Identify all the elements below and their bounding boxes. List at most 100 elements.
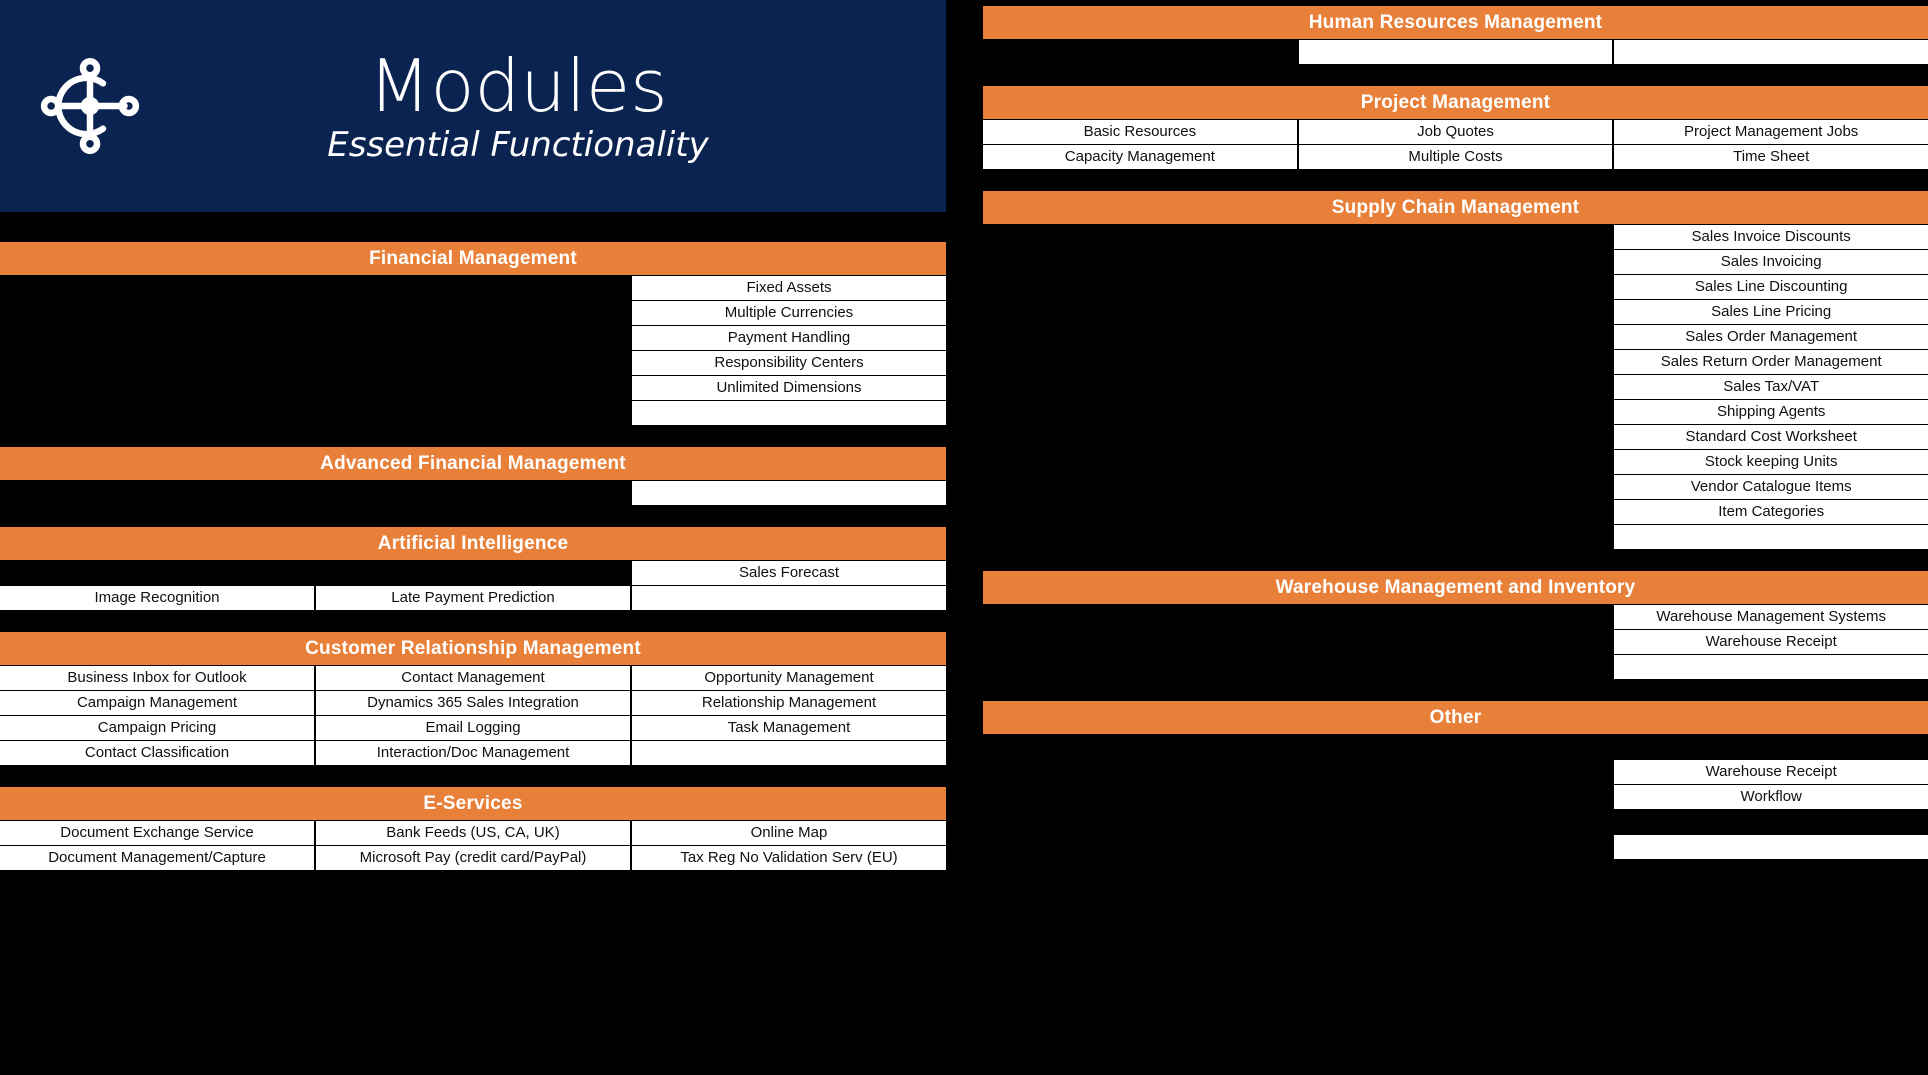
feature-cell-empty <box>1298 275 1613 299</box>
feature-cell-empty <box>1298 630 1613 654</box>
feature-cell-time-sheet[interactable]: Time Sheet <box>1614 145 1928 169</box>
feature-cell-sales-invoicing[interactable]: Sales Invoicing <box>1614 250 1928 274</box>
table-row: Sales Forecast <box>0 561 946 585</box>
feature-cell-campaign-management[interactable]: Campaign Management <box>0 691 314 715</box>
feature-cell-sales-invoice-discounts[interactable]: Sales Invoice Discounts <box>1614 225 1928 249</box>
section-human-resources-management: Human Resources Management <box>983 6 1928 64</box>
feature-cell-empty <box>0 301 314 325</box>
feature-cell-sales-line-pricing[interactable]: Sales Line Pricing <box>1614 300 1928 324</box>
feature-cell-document-management-capture[interactable]: Document Management/Capture <box>0 846 314 870</box>
left-sections: Financial Management Fixed Assets Multiple… <box>0 242 946 870</box>
feature-cell-empty <box>983 250 1297 274</box>
table-row: Item Categories <box>983 500 1928 524</box>
feature-cell-tax-reg-no-validation-serv-eu[interactable]: Tax Reg No Validation Serv (EU) <box>632 846 946 870</box>
feature-cell-sales-forecast[interactable]: Sales Forecast <box>632 561 946 585</box>
table-row <box>0 481 946 505</box>
feature-cell-campaign-pricing[interactable]: Campaign Pricing <box>0 716 314 740</box>
section-header-financial-management: Financial Management <box>0 242 946 275</box>
section-supply-chain-management: Supply Chain Management Sales Invoice Dis… <box>983 191 1928 549</box>
poster-canvas: Modules Essential Functionality Financia… <box>0 0 1928 1075</box>
feature-cell-sales-return-order-management[interactable]: Sales Return Order Management <box>1614 350 1928 374</box>
feature-cell-email-logging[interactable]: Email Logging <box>316 716 630 740</box>
feature-cell-empty <box>316 481 630 505</box>
feature-cell-shipping-agents[interactable]: Shipping Agents <box>1614 400 1928 424</box>
feature-cell-unlimited-dimensions[interactable]: Unlimited Dimensions <box>632 376 946 400</box>
feature-cell-empty <box>1614 810 1928 834</box>
feature-cell-contact-management[interactable]: Contact Management <box>316 666 630 690</box>
table-row <box>983 525 1928 549</box>
feature-cell-interaction-doc-management[interactable]: Interaction/Doc Management <box>316 741 630 765</box>
table-row <box>983 40 1928 64</box>
feature-grid: Fixed Assets Multiple Currencies Payment H… <box>0 276 946 425</box>
feature-cell-empty <box>983 500 1297 524</box>
section-customer-relationship-management: Customer Relationship Management Business… <box>0 632 946 765</box>
section-e-services: E-Services Document Exchange Service Bank … <box>0 787 946 870</box>
feature-cell-sales-line-discounting[interactable]: Sales Line Discounting <box>1614 275 1928 299</box>
table-row: Warehouse Receipt <box>983 630 1928 654</box>
feature-cell-item-categories[interactable]: Item Categories <box>1614 500 1928 524</box>
feature-cell-vendor-catalogue-items[interactable]: Vendor Catalogue Items <box>1614 475 1928 499</box>
feature-cell-empty <box>632 481 946 505</box>
feature-cell-empty <box>1298 225 1613 249</box>
feature-cell-document-exchange-service[interactable]: Document Exchange Service <box>0 821 314 845</box>
feature-cell-empty <box>0 561 314 585</box>
table-row <box>0 401 946 425</box>
feature-cell-capacity-management[interactable]: Capacity Management <box>983 145 1297 169</box>
feature-cell-dynamics-365-sales-integration[interactable]: Dynamics 365 Sales Integration <box>316 691 630 715</box>
feature-cell-warehouse-receipt[interactable]: Warehouse Receipt <box>1614 760 1928 784</box>
feature-grid: Sales Forecast Image Recognition Late Paym… <box>0 561 946 610</box>
feature-grid: Sales Invoice Discounts Sales Invoicing Sa… <box>983 225 1928 549</box>
table-row: Sales Invoicing <box>983 250 1928 274</box>
feature-cell-basic-resources[interactable]: Basic Resources <box>983 120 1297 144</box>
table-row: Contact Classification Interaction/Doc Ma… <box>0 741 946 765</box>
table-row: Standard Cost Worksheet <box>983 425 1928 449</box>
feature-cell-contact-classification[interactable]: Contact Classification <box>0 741 314 765</box>
feature-cell-fixed-assets[interactable]: Fixed Assets <box>632 276 946 300</box>
feature-cell-multiple-costs[interactable]: Multiple Costs <box>1298 145 1613 169</box>
feature-cell-late-payment-prediction[interactable]: Late Payment Prediction <box>316 586 630 610</box>
feature-cell-image-recognition[interactable]: Image Recognition <box>0 586 314 610</box>
section-advanced-financial-management: Advanced Financial Management <box>0 447 946 505</box>
feature-cell-relationship-management[interactable]: Relationship Management <box>632 691 946 715</box>
page-title: Modules <box>368 44 668 128</box>
feature-cell-microsoft-pay-credit-card-paypal[interactable]: Microsoft Pay (credit card/PayPal) <box>316 846 630 870</box>
feature-cell-bank-feeds-us-ca-uk[interactable]: Bank Feeds (US, CA, UK) <box>316 821 630 845</box>
feature-cell-empty <box>1298 325 1613 349</box>
feature-cell-task-management[interactable]: Task Management <box>632 716 946 740</box>
feature-cell-business-inbox-for-outlook[interactable]: Business Inbox for Outlook <box>0 666 314 690</box>
feature-cell-empty <box>983 425 1297 449</box>
feature-grid: Document Exchange Service Bank Feeds (US,… <box>0 821 946 870</box>
feature-cell-responsibility-centers[interactable]: Responsibility Centers <box>632 351 946 375</box>
feature-cell-empty <box>316 401 630 425</box>
feature-cell-payment-handling[interactable]: Payment Handling <box>632 326 946 350</box>
section-header-advanced-financial-management: Advanced Financial Management <box>0 447 946 480</box>
section-financial-management: Financial Management Fixed Assets Multiple… <box>0 242 946 425</box>
feature-cell-stock-keeping-units[interactable]: Stock keeping Units <box>1614 450 1928 474</box>
feature-cell-warehouse-management-systems[interactable]: Warehouse Management Systems <box>1614 605 1928 629</box>
feature-cell-sales-tax-vat[interactable]: Sales Tax/VAT <box>1614 375 1928 399</box>
feature-cell-empty <box>983 835 1297 859</box>
feature-cell-multiple-currencies[interactable]: Multiple Currencies <box>632 301 946 325</box>
section-project-management: Project Management Basic Resources Job Quo… <box>983 86 1928 169</box>
feature-cell-empty <box>1298 810 1613 834</box>
feature-cell-warehouse-receipt[interactable]: Warehouse Receipt <box>1614 630 1928 654</box>
feature-cell-empty <box>1614 655 1928 679</box>
table-row: Sales Line Discounting <box>983 275 1928 299</box>
feature-cell-standard-cost-worksheet[interactable]: Standard Cost Worksheet <box>1614 425 1928 449</box>
feature-cell-job-quotes[interactable]: Job Quotes <box>1298 120 1613 144</box>
feature-cell-empty <box>983 40 1297 64</box>
feature-cell-empty <box>0 376 314 400</box>
feature-cell-project-management-jobs[interactable]: Project Management Jobs <box>1614 120 1928 144</box>
table-row: Sales Order Management <box>983 325 1928 349</box>
feature-cell-empty <box>983 655 1297 679</box>
feature-cell-sales-order-management[interactable]: Sales Order Management <box>1614 325 1928 349</box>
feature-cell-opportunity-management[interactable]: Opportunity Management <box>632 666 946 690</box>
feature-cell-online-map[interactable]: Online Map <box>632 821 946 845</box>
feature-cell-workflow[interactable]: Workflow <box>1614 785 1928 809</box>
feature-cell-empty <box>316 276 630 300</box>
